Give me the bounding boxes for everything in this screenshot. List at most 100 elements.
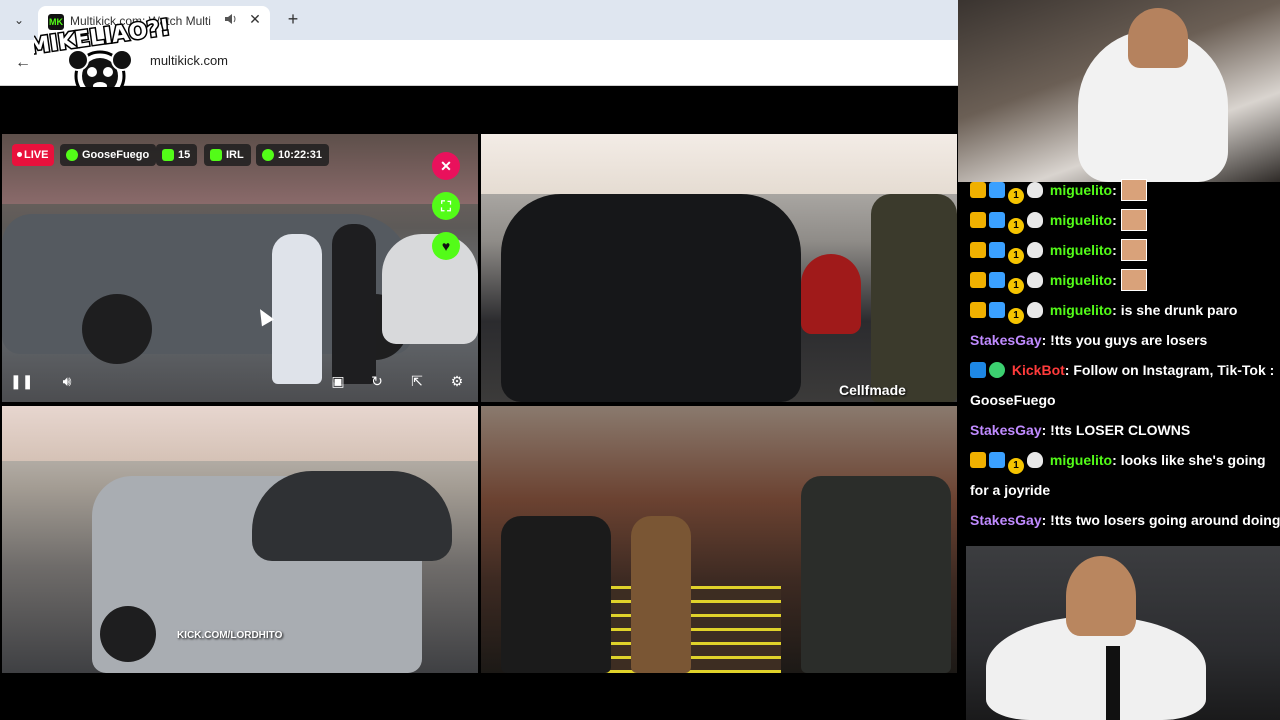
person-head (1128, 8, 1188, 68)
watermark-cellfmade: Cellfmade (839, 382, 906, 398)
chat-username[interactable]: StakesGay (970, 512, 1042, 528)
stream-grid: LIVE GooseFuego 15 IRL 10:22:31 ✕ ⛶ ♥ ❚❚… (0, 87, 958, 720)
duck-icon (1027, 242, 1043, 258)
gamepad-icon (210, 149, 222, 161)
heart-button[interactable]: ♥ (432, 232, 460, 260)
crown-icon (970, 272, 986, 288)
chat-username[interactable]: miguelito (1050, 452, 1112, 468)
tab-search-dropdown-button[interactable]: ⌄ (8, 9, 30, 31)
coin-icon: 1 (1008, 188, 1024, 204)
gift-icon (989, 452, 1005, 468)
new-tab-button[interactable]: + (282, 8, 304, 30)
person (501, 516, 611, 673)
fullscreen-button[interactable]: ⛶ (432, 192, 460, 220)
chat-username[interactable]: miguelito (1050, 182, 1112, 198)
volume-button[interactable]: 🔊︎ (56, 370, 78, 392)
chat-text: !tts you guys are losers (1050, 332, 1208, 348)
chat-message: StakesGay: !tts LOSER CLOWNS (970, 422, 1191, 438)
red-car (801, 254, 861, 334)
live-dot-icon (17, 152, 22, 157)
chat-text: Follow on Instagram, Tik-Tok : (1073, 362, 1275, 378)
chat-text: for a joyride (970, 482, 1051, 498)
popout-button[interactable]: ⇱ (406, 370, 428, 392)
emote-icon (1120, 209, 1147, 231)
coin-icon: 1 (1008, 218, 1024, 234)
chat-text: GooseFuego (970, 392, 1056, 408)
stream-tile-4[interactable] (481, 406, 957, 673)
chat-message: 1 miguelito: (970, 265, 1270, 295)
duck-icon (1027, 212, 1043, 228)
refresh-button[interactable]: ↻ (366, 370, 388, 392)
streamer-webcam-top (958, 0, 1280, 182)
white-car (382, 234, 478, 344)
duck-icon (1027, 302, 1043, 318)
clock-icon (262, 149, 274, 161)
user-icon (66, 149, 78, 161)
gift-icon (989, 242, 1005, 258)
chat-message: 1 miguelito: (970, 235, 1270, 265)
coin-icon: 1 (1008, 248, 1024, 264)
pause-button[interactable]: ❚❚ (10, 370, 33, 392)
chat-message: 1 miguelito: looks like she's going (970, 445, 1270, 475)
chat-message: 1 miguelito: is she drunk paro (970, 295, 1270, 325)
chat-username[interactable]: miguelito (1050, 272, 1112, 288)
chat-message: KickBot: Follow on Instagram, Tik-Tok : (970, 355, 1274, 385)
category-pill: IRL (204, 144, 251, 166)
chat-username[interactable]: miguelito (1050, 302, 1112, 318)
bot-icon (970, 362, 986, 378)
close-stream-button[interactable]: ✕ (432, 152, 460, 180)
coin-icon: 1 (1008, 308, 1024, 324)
dark-tesla (501, 194, 801, 402)
streamer-name-pill: GooseFuego (60, 144, 157, 166)
stream-tile-1[interactable]: LIVE GooseFuego 15 IRL 10:22:31 ✕ ⛶ ♥ ❚❚… (2, 134, 478, 402)
chat-username[interactable]: StakesGay (970, 422, 1042, 438)
person (332, 224, 376, 384)
person (631, 516, 691, 673)
duck-icon (1027, 182, 1043, 198)
coin-icon: 1 (1008, 458, 1024, 474)
stream-tile-3[interactable]: KICK.COM/LORDHITO (2, 406, 478, 673)
person-head (1066, 556, 1136, 636)
chat-message: 1 miguelito: (970, 205, 1270, 235)
verified-icon (989, 362, 1005, 378)
dark-car (252, 471, 452, 561)
chat-message: StakesGay: !tts you guys are losers (970, 332, 1208, 348)
stream-tile-2[interactable]: Cellfmade (481, 134, 957, 402)
crown-icon (970, 242, 986, 258)
gift-icon (989, 272, 1005, 288)
chat-text: !tts two losers going around doing (1050, 512, 1280, 528)
gift-icon (989, 182, 1005, 198)
gift-icon (989, 302, 1005, 318)
chat-message: StakesGay: !tts two losers going around … (970, 512, 1280, 528)
speaker-icon[interactable] (224, 12, 240, 30)
streamer-webcam-bottom (966, 546, 1280, 720)
viewer-count-pill: 15 (156, 144, 198, 166)
crown-icon (970, 182, 986, 198)
chat-text: looks like she's going (1120, 452, 1266, 468)
person (272, 234, 322, 384)
chat-text: is she drunk paro (1120, 302, 1238, 318)
settings-gear-button[interactable]: ⚙ (446, 370, 468, 392)
close-tab-button[interactable]: ✕ (246, 11, 264, 31)
uptime-pill: 10:22:31 (256, 144, 330, 166)
chat-username[interactable]: miguelito (1050, 242, 1112, 258)
url-field[interactable]: multikick.com (150, 53, 550, 73)
microphone-stand (1106, 646, 1120, 720)
pip-button[interactable]: ▣ (327, 370, 349, 392)
crown-icon (970, 212, 986, 228)
chat-username[interactable]: StakesGay (970, 332, 1042, 348)
viewers-icon (162, 149, 174, 161)
car-wheel (100, 606, 156, 662)
coin-icon: 1 (1008, 278, 1024, 294)
chat-username[interactable]: miguelito (1050, 212, 1112, 228)
person (871, 194, 957, 402)
chat-message: 1 miguelito: (970, 175, 1270, 205)
chat-message-continuation: for a joyride (970, 475, 1270, 505)
chat-username[interactable]: KickBot (1012, 362, 1065, 378)
back-button[interactable]: ← (12, 52, 34, 74)
watermark-kick-url: KICK.COM/LORDHITO (177, 630, 283, 641)
emote-icon (1120, 179, 1147, 201)
emote-icon (1120, 269, 1147, 291)
duck-icon (1027, 452, 1043, 468)
sky (481, 134, 957, 194)
